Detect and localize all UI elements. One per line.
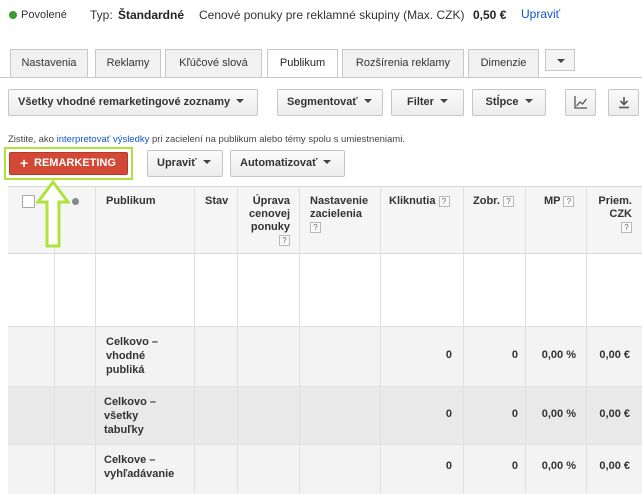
column-divider bbox=[237, 186, 238, 494]
audience-table: Publikum Stav Úprava cenovej ponuky ? Na… bbox=[8, 186, 642, 494]
automate-dropdown-button[interactable]: Automatizovať bbox=[230, 150, 345, 177]
tab-divider bbox=[0, 77, 642, 78]
edit-label: Upraviť bbox=[157, 157, 197, 169]
column-divider bbox=[586, 186, 587, 494]
help-icon[interactable]: ? bbox=[438, 195, 450, 207]
column-divider bbox=[525, 186, 526, 494]
column-divider bbox=[95, 186, 96, 494]
edit-dropdown-button[interactable]: Upraviť bbox=[147, 150, 223, 177]
row-ctr: 0,00 % bbox=[541, 349, 576, 361]
tab-settings[interactable]: Nastavenia bbox=[10, 49, 88, 77]
row-avg-cpc: 0,00 € bbox=[599, 349, 630, 361]
column-divider bbox=[463, 186, 464, 494]
interpret-results-link[interactable]: interpretovať výsledky bbox=[57, 134, 150, 145]
help-icon[interactable]: ? bbox=[502, 195, 514, 207]
chevron-down-icon bbox=[557, 59, 565, 63]
help-icon[interactable]: ? bbox=[563, 195, 575, 207]
row-clicks: 0 bbox=[445, 408, 452, 420]
column-targeting-setting[interactable]: Nastavenie zacielenia ? bbox=[310, 195, 368, 234]
table-row: Celkovo – vhodné publiká 0 0 0,00 % 0,00… bbox=[8, 327, 642, 387]
tab-keywords[interactable]: Kľúčové slová bbox=[165, 49, 262, 77]
hint-text-after: pri zacielení na publikum alebo témy spo… bbox=[149, 134, 405, 145]
column-divider bbox=[194, 186, 195, 494]
row-ctr: 0,00 % bbox=[541, 408, 576, 420]
remarketing-lists-dropdown[interactable]: Všetky vhodné remarketingové zoznamy bbox=[8, 89, 258, 116]
line-chart-icon bbox=[574, 96, 588, 109]
toggle-chart-button[interactable] bbox=[565, 89, 596, 116]
help-icon[interactable]: ? bbox=[310, 221, 321, 233]
row-clicks: 0 bbox=[445, 349, 452, 361]
columns-label: Stĺpce bbox=[485, 96, 519, 108]
status-label: Povolené bbox=[21, 9, 67, 21]
column-ctr[interactable]: MP ? bbox=[544, 195, 575, 208]
row-audience-name: Celkovo – vhodné publiká bbox=[106, 336, 158, 376]
tab-dimensions[interactable]: Dimenzie bbox=[468, 49, 539, 77]
more-tabs-button[interactable] bbox=[545, 49, 575, 71]
row-ctr: 0,00 % bbox=[541, 460, 576, 472]
column-avg-cpc[interactable]: Priem. CZK ? bbox=[594, 195, 632, 234]
column-bid-adjustment[interactable]: Úprava cenovej ponuky ? bbox=[242, 195, 290, 247]
interpretation-hint: Zistite, ako interpretovať výsledky pri … bbox=[8, 134, 405, 145]
column-clicks[interactable]: Kliknutia ? bbox=[389, 195, 450, 208]
column-impressions[interactable]: Zobr. ? bbox=[473, 195, 514, 208]
column-audience[interactable]: Publikum bbox=[106, 195, 156, 208]
remarketing-label: REMARKETING bbox=[34, 157, 116, 169]
empty-results-area bbox=[8, 254, 642, 327]
row-impressions: 0 bbox=[511, 460, 518, 472]
chevron-down-icon bbox=[439, 99, 448, 104]
ad-group-status-bar: Povolené Typ: Štandardné Cenové ponuky p… bbox=[0, 0, 642, 30]
tab-audiences[interactable]: Publikum bbox=[267, 49, 338, 78]
download-icon bbox=[619, 97, 629, 109]
row-clicks: 0 bbox=[445, 460, 452, 472]
tab-bar: Nastavenia Reklamy Kľúčové slová Publiku… bbox=[0, 49, 642, 78]
row-avg-cpc: 0,00 € bbox=[599, 460, 630, 472]
automate-label: Automatizovať bbox=[240, 157, 318, 169]
row-audience-name: Celkove – vyhľadávanie bbox=[104, 454, 175, 480]
remarketing-lists-label: Všetky vhodné remarketingové zoznamy bbox=[18, 96, 231, 108]
select-all-checkbox[interactable] bbox=[22, 195, 35, 208]
edit-bid-link[interactable]: Upraviť bbox=[521, 7, 560, 21]
chevron-down-icon bbox=[202, 160, 211, 165]
type-label: Typ: bbox=[90, 8, 113, 22]
status-enabled-dot-icon bbox=[9, 11, 17, 19]
add-remarketing-button[interactable]: + REMARKETING bbox=[9, 152, 128, 175]
column-divider bbox=[380, 186, 381, 494]
row-avg-cpc: 0,00 € bbox=[599, 408, 630, 420]
table-row: Celkove – vyhľadávanie 0 0 0,00 % 0,00 € bbox=[8, 445, 642, 494]
segment-label: Segmentovať bbox=[287, 96, 358, 108]
download-button[interactable] bbox=[608, 89, 639, 116]
chevron-down-icon bbox=[236, 99, 245, 104]
tab-ad-extensions[interactable]: Rozšírenia reklamy bbox=[342, 49, 464, 77]
chevron-down-icon bbox=[323, 160, 332, 165]
plus-icon: + bbox=[20, 155, 29, 171]
columns-button[interactable]: Stĺpce bbox=[472, 89, 546, 116]
row-impressions: 0 bbox=[511, 408, 518, 420]
type-value: Štandardné bbox=[118, 8, 185, 22]
arrow-up-icon bbox=[36, 180, 70, 248]
table-header: Publikum Stav Úprava cenovej ponuky ? Na… bbox=[8, 186, 642, 254]
column-divider bbox=[299, 186, 300, 494]
column-status[interactable]: Stav bbox=[205, 195, 228, 208]
row-impressions: 0 bbox=[511, 349, 518, 361]
row-audience-name: Celkovo – všetky tabuľky bbox=[104, 396, 156, 436]
status-column-dot-icon bbox=[72, 198, 79, 205]
filter-label: Filter bbox=[407, 96, 434, 108]
help-icon[interactable]: ? bbox=[279, 234, 290, 246]
filter-button[interactable]: Filter bbox=[391, 89, 464, 116]
hint-text-before: Zistite, ako bbox=[8, 134, 57, 145]
bid-label: Cenové ponuky pre reklamné skupiny (Max.… bbox=[199, 8, 465, 22]
table-row: Celkovo – všetky tabuľky 0 0 0,00 % 0,00… bbox=[8, 387, 642, 445]
help-icon[interactable]: ? bbox=[621, 221, 632, 233]
chevron-down-icon bbox=[524, 99, 533, 104]
tab-ads[interactable]: Reklamy bbox=[95, 49, 161, 77]
chevron-down-icon bbox=[363, 99, 372, 104]
segment-button[interactable]: Segmentovať bbox=[277, 89, 383, 116]
bid-value: 0,50 € bbox=[473, 8, 507, 22]
remarketing-highlight: + REMARKETING bbox=[4, 147, 133, 180]
